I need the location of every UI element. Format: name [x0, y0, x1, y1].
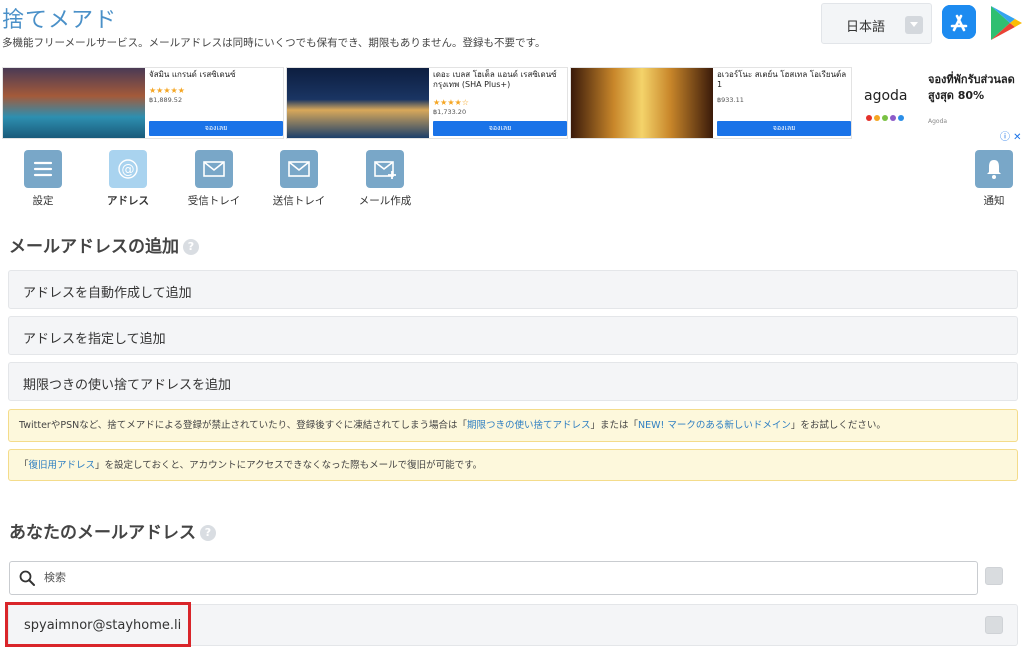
ad-title: อเวอร์โนะ สเตย์น โฮสเทล โอเรียนต์ล 1 [717, 70, 847, 89]
notice-recovery: 「復旧用アドレス」を設定しておくと、アカウントにアクセスできなくなった際もメール… [8, 449, 1018, 481]
nav-compose[interactable]: メール作成 [355, 150, 415, 208]
ad-book-button[interactable]: จองเลย [433, 121, 567, 136]
highlight-box [5, 602, 191, 647]
ad-price: ฿933.11 [717, 96, 744, 104]
notice-restricted: TwitterやPSNなど、捨てメアドによる登録が禁止されていたり、登録後すぐに… [8, 409, 1018, 442]
auto-create-address-button[interactable]: アドレスを自動作成して追加 [8, 270, 1018, 309]
ad-promo-text[interactable]: จองที่พักรับส่วนลดสูงสุด 80% [928, 72, 1024, 104]
site-logo[interactable]: 捨てメアド [2, 2, 117, 34]
notice-text: TwitterやPSNなど、捨てメアドによる登録が禁止されていたり、登録後すぐに… [19, 420, 467, 431]
app-store-icon[interactable] [942, 5, 976, 39]
address-search[interactable] [9, 561, 978, 595]
select-all-checkbox[interactable] [985, 567, 1003, 585]
header: 捨てメアド 多機能フリーメールサービス。メールアドレスは同時にいくつでも保有でき… [0, 0, 1024, 62]
ad-card[interactable]: จัสมิน แกรนด์ เรสซิเดนซ์ ★★★★★ ฿1,889.52… [2, 67, 284, 139]
at-sign-icon: @ [109, 150, 147, 188]
nav-notify[interactable]: 通知 [964, 150, 1024, 208]
nav-address-label: アドレス [107, 195, 149, 207]
ad-image [571, 68, 713, 138]
ad-price: ฿1,889.52 [149, 96, 183, 104]
inbox-envelope-icon [195, 150, 233, 188]
agoda-logo-dots [866, 106, 906, 125]
your-addresses-title: あなたのメールアドレス [9, 523, 196, 543]
notice-text: 「 [19, 460, 29, 471]
new-domain-link[interactable]: NEW! マークのある新しいドメイン [638, 420, 791, 431]
ad-brand-small: Agoda [928, 118, 948, 125]
ad-image [3, 68, 145, 138]
ad-banner[interactable]: จัสมิน แกรนด์ เรสซิเดนซ์ ★★★★★ ฿1,889.52… [0, 65, 1024, 143]
nav-inbox-label: 受信トレイ [187, 195, 241, 207]
notice-text: 」または「 [590, 420, 639, 431]
language-select-value: 日本語 [846, 20, 886, 35]
nav-sent-label: 送信トレイ [272, 195, 326, 207]
sent-envelope-icon [280, 150, 318, 188]
ad-book-button[interactable]: จองเลย [717, 121, 851, 136]
ad-title: เดอะ เบลส โฮเต็ล แอนด์ เรสซิเดนซ์ กรุงเท… [433, 70, 557, 89]
google-play-icon[interactable] [988, 4, 1024, 42]
notice-text: 」を設定しておくと、アカウントにアクセスできなくなった際もメールで復旧が可能です… [95, 460, 483, 471]
ad-card[interactable]: เดอะ เบลส โฮเต็ล แอนด์ เรสซิเดนซ์ กรุงเท… [286, 67, 568, 139]
nav-settings[interactable]: 設定 [13, 150, 73, 208]
address-checkbox[interactable] [985, 616, 1003, 634]
help-icon[interactable]: ? [200, 525, 216, 541]
site-tagline: 多機能フリーメールサービス。メールアドレスは同時にいくつでも保有でき、期限もあり… [2, 37, 546, 49]
add-address-heading: メールアドレスの追加? [9, 232, 199, 257]
compose-envelope-icon [366, 150, 404, 188]
ad-choices-icon[interactable]: ⓘ ✕ [1000, 128, 1022, 143]
menu-icon [24, 150, 62, 188]
help-icon[interactable]: ? [183, 239, 199, 255]
nav-sent[interactable]: 送信トレイ [269, 150, 329, 208]
add-address-title: メールアドレスの追加 [9, 237, 179, 257]
nav-settings-label: 設定 [32, 195, 54, 207]
recovery-address-link[interactable]: 復旧用アドレス [29, 460, 96, 471]
ad-image [287, 68, 429, 138]
language-select[interactable]: 日本語 [821, 3, 932, 44]
bell-icon [975, 150, 1013, 188]
nav-compose-label: メール作成 [358, 195, 412, 207]
specify-address-button[interactable]: アドレスを指定して追加 [8, 316, 1018, 355]
nav-notify-label: 通知 [983, 195, 1005, 207]
ad-rating: ★★★★★ [149, 86, 185, 95]
search-input[interactable] [44, 568, 944, 588]
ad-rating: ★★★★☆ [433, 98, 469, 107]
ad-price: ฿1,733.20 [433, 108, 467, 116]
temp-address-link[interactable]: 期限つきの使い捨てアドレス [467, 420, 591, 431]
chevron-down-icon [905, 16, 923, 34]
ad-title: จัสมิน แกรนด์ เรสซิเดนซ์ [149, 70, 236, 79]
search-icon [19, 570, 35, 590]
svg-text:@: @ [122, 163, 135, 178]
nav-inbox[interactable]: 受信トレイ [184, 150, 244, 208]
nav-address[interactable]: @ アドレス [98, 150, 158, 208]
temp-address-button[interactable]: 期限つきの使い捨てアドレスを追加 [8, 362, 1018, 401]
agoda-logo[interactable]: agoda [864, 88, 908, 104]
ad-card[interactable]: อเวอร์โนะ สเตย์น โฮสเทล โอเรียนต์ล 1 ฿93… [570, 67, 852, 139]
notice-text: 」をお試しください。 [790, 420, 886, 431]
ad-book-button[interactable]: จองเลย [149, 121, 283, 136]
your-addresses-heading: あなたのメールアドレス? [9, 518, 216, 543]
